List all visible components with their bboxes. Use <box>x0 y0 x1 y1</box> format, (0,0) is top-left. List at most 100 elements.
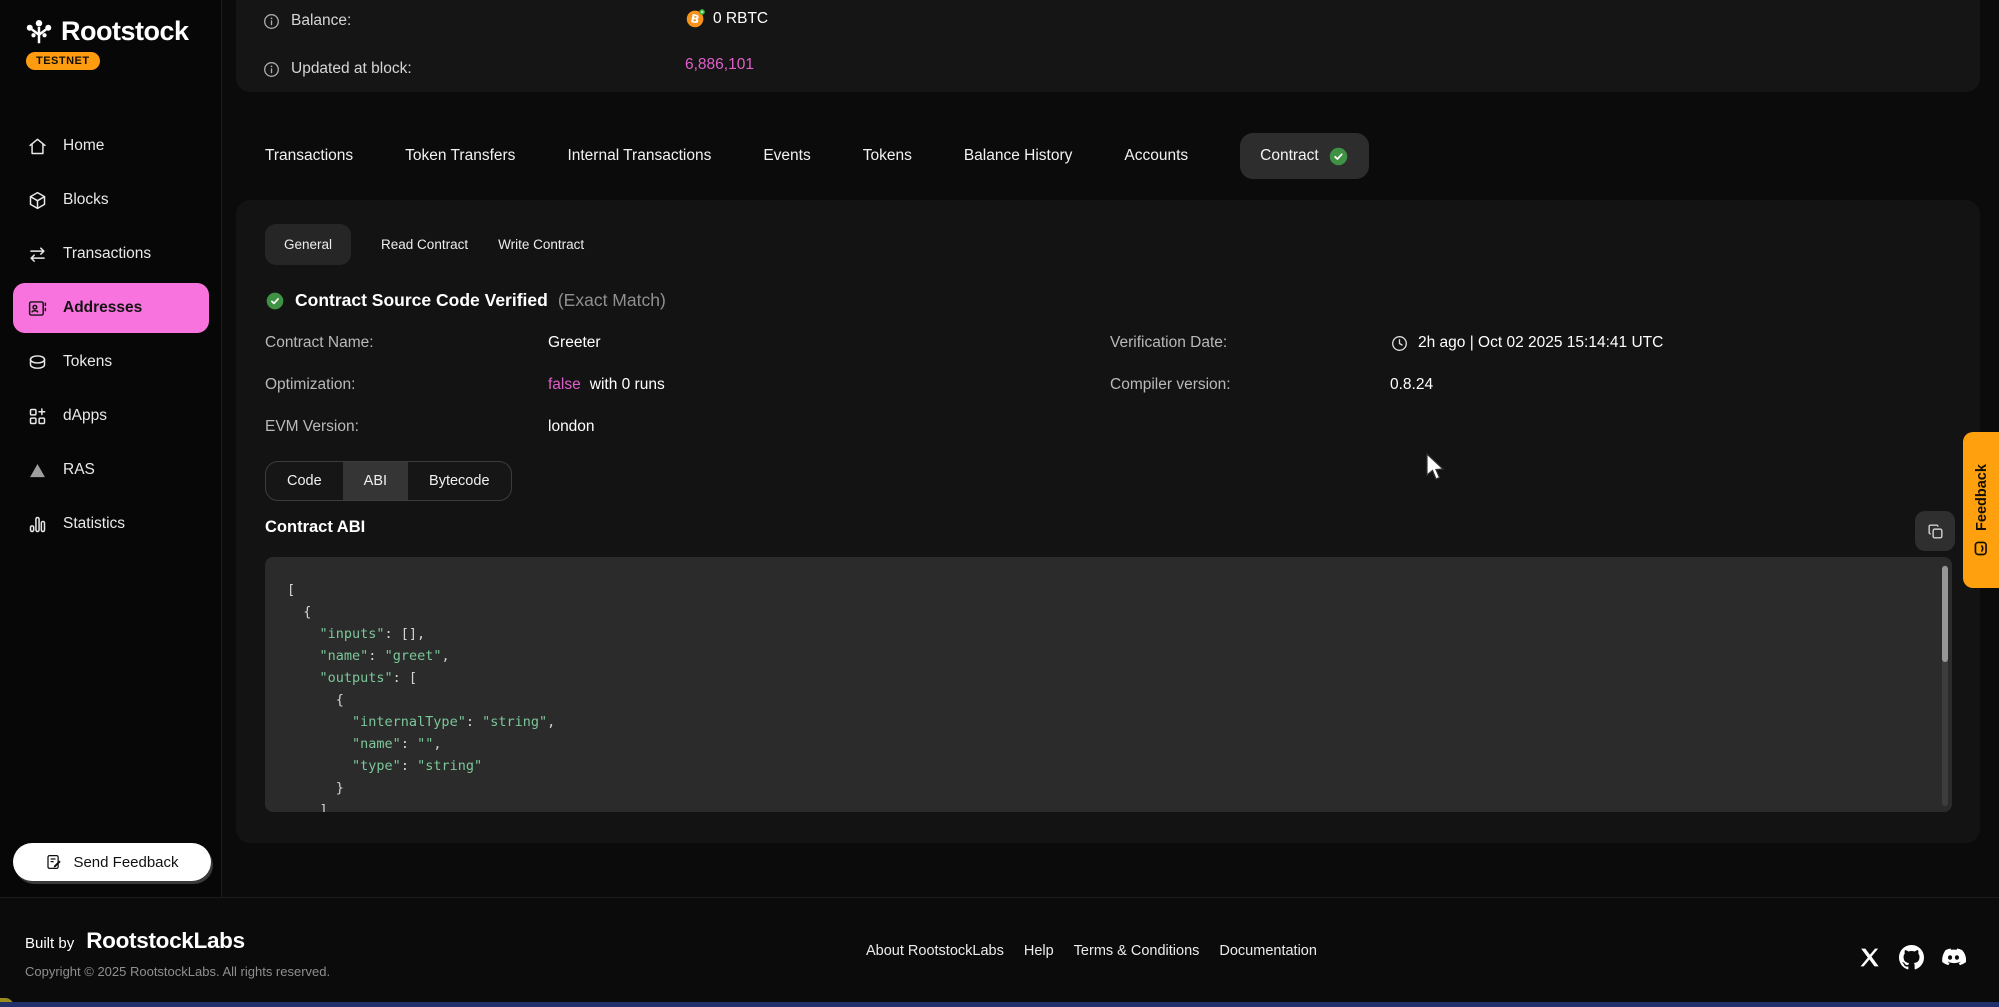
verified-note: (Exact Match) <box>558 290 666 311</box>
tab-contract[interactable]: Contract <box>1240 133 1369 179</box>
abi-code-line: "type": "string" <box>287 755 555 777</box>
sidebar-item-transactions[interactable]: Transactions <box>13 234 209 274</box>
overview-value-text: 0 RBTC <box>713 10 768 28</box>
field-contract-name: Contract Name:Greeter <box>265 322 1065 364</box>
rootstocklabs-brand[interactable]: RootstockLabs <box>86 928 245 954</box>
sidebar: Rootstock TESTNET HomeBlocksTransactions… <box>0 0 222 897</box>
contract-abi-code-block[interactable]: [ { "inputs": [], "name": "greet", "outp… <box>265 557 1952 812</box>
sidebar-item-label: Home <box>63 137 104 155</box>
clock-icon <box>1390 334 1409 353</box>
view-toggle-code[interactable]: Code <box>266 462 343 500</box>
rootstock-explorer-screen: Rootstock TESTNET HomeBlocksTransactions… <box>0 0 1999 1007</box>
updated-block-link[interactable]: 6,886,101 <box>685 56 754 74</box>
view-toggle-bytecode[interactable]: Bytecode <box>408 462 510 500</box>
tab-label: Internal Transactions <box>567 147 711 164</box>
sidebar-item-blocks[interactable]: Blocks <box>13 180 209 220</box>
copy-abi-button[interactable] <box>1915 511 1955 551</box>
overview-value-text: 6,886,101 <box>685 56 754 74</box>
swap-arrows-icon <box>26 243 48 265</box>
subtab-read-contract[interactable]: Read Contract <box>381 237 468 252</box>
address-overview-card: B0 RBTCBalance:6,886,101Updated at block… <box>236 0 1980 92</box>
tab-label: Tokens <box>863 147 912 164</box>
field-compiler-version: Compiler version:0.8.24 <box>1110 364 1950 406</box>
triangle-icon <box>26 459 48 481</box>
brand-name: Rootstock <box>61 16 189 47</box>
subtab-write-contract[interactable]: Write Contract <box>498 237 584 252</box>
bar-chart-icon <box>26 513 48 535</box>
field-label: Optimization: <box>265 376 548 394</box>
send-feedback-label: Send Feedback <box>73 854 178 871</box>
view-toggle-abi[interactable]: ABI <box>343 462 408 500</box>
verified-title: Contract Source Code Verified <box>295 290 548 311</box>
footer-link-documentation[interactable]: Documentation <box>1219 943 1317 959</box>
code-scrollbar-thumb[interactable] <box>1942 566 1948 662</box>
tab-label: Balance History <box>964 147 1073 164</box>
sidebar-item-label: Statistics <box>63 515 125 533</box>
check-circle-icon <box>265 291 285 311</box>
sidebar-item-home[interactable]: Home <box>13 126 209 166</box>
abi-code-line: { <box>287 689 555 711</box>
field-value-text: london <box>548 418 595 436</box>
abi-code-line: "name": "", <box>287 733 555 755</box>
abi-code-line: "internalType": "string", <box>287 711 555 733</box>
tab-balance-history[interactable]: Balance History <box>964 147 1073 165</box>
abi-code-line: } <box>287 777 555 799</box>
field-value-text: 2h ago | Oct 02 2025 15:14:41 UTC <box>1418 334 1663 352</box>
contract-subtabs: General Read Contract Write Contract <box>265 224 584 265</box>
sidebar-item-label: Blocks <box>63 191 109 209</box>
x-icon[interactable] <box>1857 945 1882 970</box>
tab-transactions[interactable]: Transactions <box>265 147 353 165</box>
feedback-tab-label: Feedback <box>1973 464 1989 531</box>
github-icon[interactable] <box>1899 945 1924 970</box>
field-value: london <box>548 418 595 436</box>
field-label: Compiler version: <box>1110 376 1390 394</box>
feedback-tab-inner: Feedback <box>1973 464 1990 557</box>
sidebar-item-label: dApps <box>63 407 107 425</box>
sidebar-item-addresses[interactable]: Addresses <box>13 283 209 333</box>
info-icon[interactable] <box>262 12 281 31</box>
tab-internal-transactions[interactable]: Internal Transactions <box>567 147 711 165</box>
copyright-text: Copyright © 2025 RootstockLabs. All righ… <box>25 964 330 979</box>
overview-label: Updated at block: <box>291 60 412 78</box>
address-tabs: Transactions Token Transfers Internal Tran… <box>265 130 1369 182</box>
subtab-general[interactable]: General <box>265 224 351 265</box>
footer-link-terms-conditions[interactable]: Terms & Conditions <box>1074 943 1200 959</box>
copy-icon <box>1926 522 1945 541</box>
abi-code-line: "name": "greet", <box>287 645 555 667</box>
sidebar-item-statistics[interactable]: Statistics <box>13 504 209 544</box>
field-value: 2h ago | Oct 02 2025 15:14:41 UTC <box>1390 334 1663 353</box>
tab-accounts[interactable]: Accounts <box>1124 147 1188 165</box>
footer-link-help[interactable]: Help <box>1024 943 1054 959</box>
footer-link-about-rootstocklabs[interactable]: About RootstockLabs <box>866 943 1004 959</box>
field-label: Contract Name: <box>265 334 548 352</box>
fields-right-column: Verification Date:2h ago | Oct 02 2025 1… <box>1110 322 1950 406</box>
discord-icon[interactable] <box>1941 945 1966 970</box>
field-evm-version: EVM Version:london <box>265 406 1065 448</box>
sidebar-item-label: Transactions <box>63 245 151 263</box>
tab-token-transfers[interactable]: Token Transfers <box>405 147 515 165</box>
tab-label: Contract <box>1260 147 1319 165</box>
bottom-strip <box>0 1002 1999 1007</box>
coin-icon <box>26 351 48 373</box>
info-icon[interactable] <box>262 60 281 79</box>
field-verification-date: Verification Date:2h ago | Oct 02 2025 1… <box>1110 322 1950 364</box>
sidebar-nav: Home Blocks Transactions Addresses Tokens dAp… <box>0 112 222 544</box>
field-optimization: Optimization:false with 0 runs <box>265 364 1065 406</box>
abi-code-line: "inputs": [], <box>287 623 555 645</box>
feedback-side-tab-button[interactable]: Feedback <box>1963 432 1999 588</box>
abi-code-line: ], <box>287 799 555 812</box>
sidebar-item-tokens[interactable]: Tokens <box>13 342 209 382</box>
tab-tokens[interactable]: Tokens <box>863 147 912 165</box>
sidebar-item-dapps[interactable]: dApps <box>13 396 209 436</box>
edit-note-icon <box>45 853 63 871</box>
field-value-text: Greeter <box>548 334 601 352</box>
sidebar-item-ras[interactable]: RAS <box>13 450 209 490</box>
tab-label: Token Transfers <box>405 147 515 164</box>
contact-card-icon <box>26 297 48 319</box>
rootstock-logo[interactable]: Rootstock <box>24 16 189 47</box>
verified-check-icon <box>1328 146 1349 167</box>
tab-events[interactable]: Events <box>763 147 810 165</box>
send-feedback-button[interactable]: Send Feedback <box>13 843 211 881</box>
tab-label: Transactions <box>265 147 353 164</box>
contract-panel: General Read Contract Write Contract Contr… <box>236 200 1980 843</box>
